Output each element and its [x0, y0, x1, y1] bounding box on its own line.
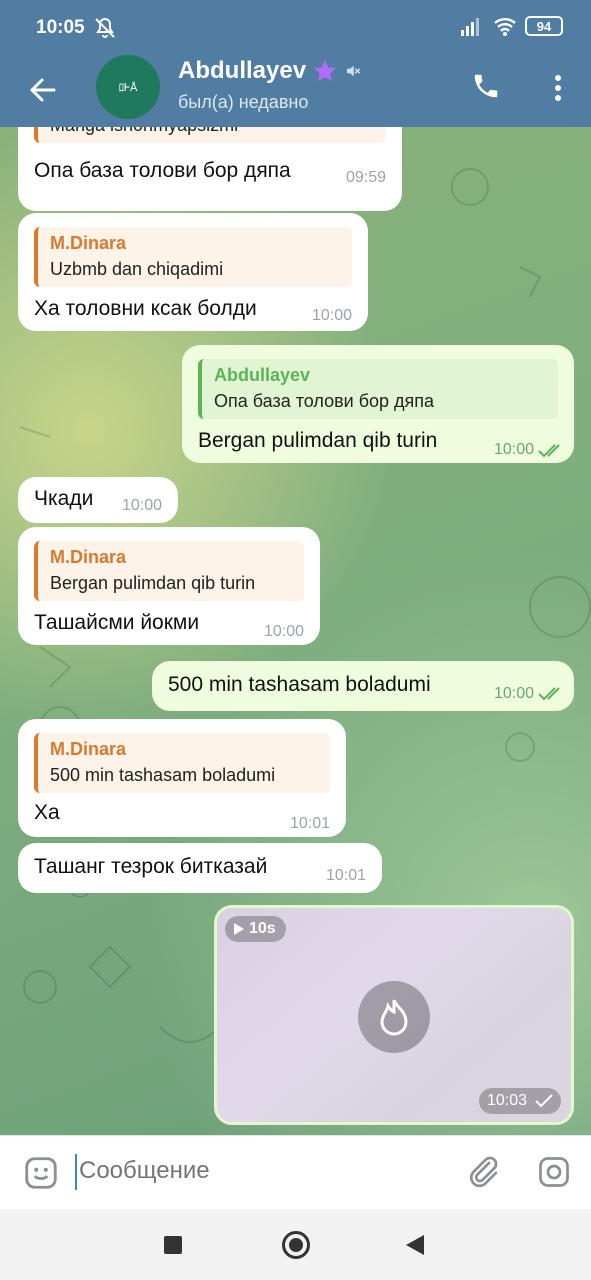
video-duration-text: 10s: [249, 920, 276, 937]
reply-quote[interactable]: Abdullayev Опа база толови бор дяпа: [198, 359, 558, 419]
text-cursor: [75, 1154, 77, 1190]
incoming-message[interactable]: M.Dinara Bergan pulimdan qib turin Ташай…: [18, 527, 320, 645]
system-nav-bar: [0, 1209, 591, 1280]
contact-name: Abdullayev: [178, 57, 307, 84]
reply-author: M.Dinara: [50, 739, 127, 759]
reply-quote[interactable]: Manga ishonmyapsizmi: [34, 127, 386, 143]
message-text: Опа база толови бор дяпа: [34, 159, 291, 182]
reply-text: 500 min tashasam boladumi: [50, 765, 276, 785]
incoming-message[interactable]: Чкади 10:00: [18, 477, 178, 523]
emoji-icon[interactable]: [22, 1154, 60, 1197]
message-text: Ха толовни ксак болди: [34, 297, 257, 320]
read-ticks-icon: [538, 444, 560, 458]
message-time: 09:59: [345, 169, 386, 186]
mute-icon: [347, 65, 361, 77]
battery-level: 94: [536, 18, 552, 34]
message-text: 500 min tashasam boladumi: [168, 673, 431, 696]
reply-author: Abdullayev: [214, 365, 311, 385]
incoming-message[interactable]: M.Dinara Uzbmb dan chiqadimi Ха толовни …: [18, 213, 368, 331]
message-text: Ташанг тезрок битказай: [34, 855, 268, 878]
reply-text: Опа база толови бор дяпа: [214, 391, 435, 411]
message-time: 10:00: [263, 623, 304, 640]
message-time: 10:00: [493, 441, 534, 458]
video-message[interactable]: 10s 10:03: [214, 905, 574, 1125]
chat-header: ﾛᎰÅ Abdullayev был(а) недавно: [0, 55, 591, 127]
chat-title[interactable]: Abdullayev: [178, 57, 362, 85]
message-text: Чкади: [34, 487, 94, 510]
video-time-badge: 10:03: [478, 1088, 561, 1114]
paperclip-icon[interactable]: [465, 1154, 501, 1195]
avatar-text: ﾛᎰÅ: [118, 82, 138, 94]
back-arrow-icon[interactable]: [24, 72, 60, 108]
message-text: Bergan pulimdan qib turin: [198, 429, 438, 452]
message-time: 10:00: [311, 307, 352, 324]
chat-area[interactable]: Manga ishonmyapsizmi Опа база толови бор…: [0, 127, 591, 1135]
more-menu-icon[interactable]: [553, 73, 563, 108]
reply-text: Uzbmb dan chiqadimi: [50, 259, 224, 279]
video-time: 10:03: [486, 1092, 527, 1109]
message-time: 10:00: [493, 685, 534, 702]
message-time: 10:01: [325, 867, 366, 884]
do-not-disturb-icon: [93, 16, 117, 45]
status-icons: 94: [461, 16, 563, 36]
play-icon: [234, 923, 244, 935]
last-seen-status: был(а) недавно: [178, 92, 309, 112]
read-ticks-icon: [538, 687, 560, 701]
recents-button[interactable]: [164, 1236, 182, 1254]
message-input-bar: [0, 1135, 591, 1210]
sent-tick-icon: [535, 1094, 553, 1108]
reply-text: Manga ishonmyapsizmi: [50, 127, 238, 136]
reply-text: Bergan pulimdan qib turin: [50, 573, 256, 593]
message-time: 10:01: [289, 815, 330, 832]
message-time: 10:00: [121, 497, 162, 514]
home-button[interactable]: [282, 1231, 310, 1259]
message-text: Ташайсми йокми: [34, 611, 200, 634]
battery-icon: 94: [525, 16, 563, 36]
premium-star-icon: [314, 60, 336, 81]
incoming-message[interactable]: Ташанг тезрок битказай 10:01: [18, 843, 382, 893]
reply-quote[interactable]: M.Dinara Uzbmb dan chiqadimi: [34, 227, 352, 287]
status-time: 10:05: [36, 17, 85, 38]
reply-author: M.Dinara: [50, 233, 127, 253]
wifi-icon: [494, 18, 516, 36]
message-text: Ха: [34, 801, 60, 824]
avatar[interactable]: ﾛᎰÅ: [96, 55, 160, 119]
outgoing-message[interactable]: 500 min tashasam boladumi 10:00: [152, 661, 574, 711]
camera-icon[interactable]: [536, 1154, 572, 1195]
phone-icon[interactable]: [471, 71, 501, 106]
reply-author: M.Dinara: [50, 547, 127, 567]
reply-quote[interactable]: M.Dinara Bergan pulimdan qib turin: [34, 541, 304, 601]
status-bar: 10:05 94: [0, 0, 591, 55]
signal-icon: [461, 18, 479, 36]
outgoing-message[interactable]: Abdullayev Опа база толови бор дяпа Berg…: [182, 345, 574, 463]
incoming-message[interactable]: M.Dinara 500 min tashasam boladumi Ха 10…: [18, 719, 346, 837]
self-destruct-icon[interactable]: [358, 981, 430, 1053]
video-duration: 10s: [225, 916, 286, 942]
message-input[interactable]: [79, 1157, 439, 1185]
back-button[interactable]: [406, 1235, 424, 1255]
incoming-message[interactable]: Manga ishonmyapsizmi Опа база толови бор…: [18, 127, 402, 211]
reply-quote[interactable]: M.Dinara 500 min tashasam boladumi: [34, 733, 330, 793]
